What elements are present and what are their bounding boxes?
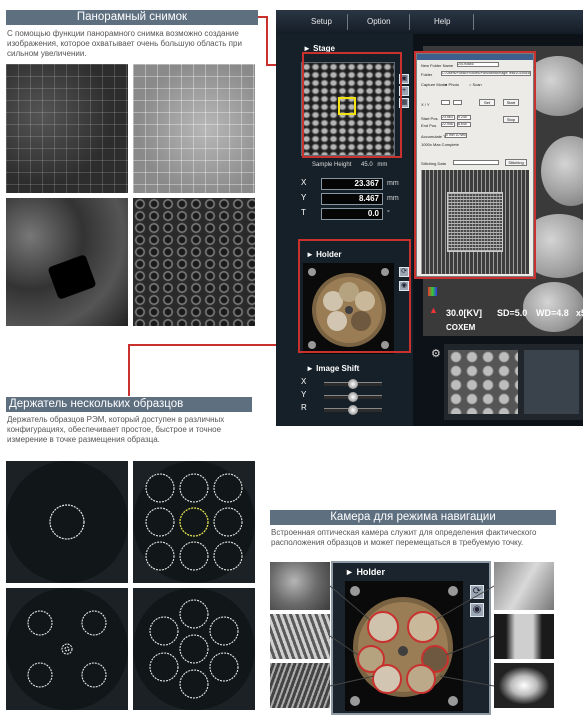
nav-connector-lines — [329, 585, 495, 687]
